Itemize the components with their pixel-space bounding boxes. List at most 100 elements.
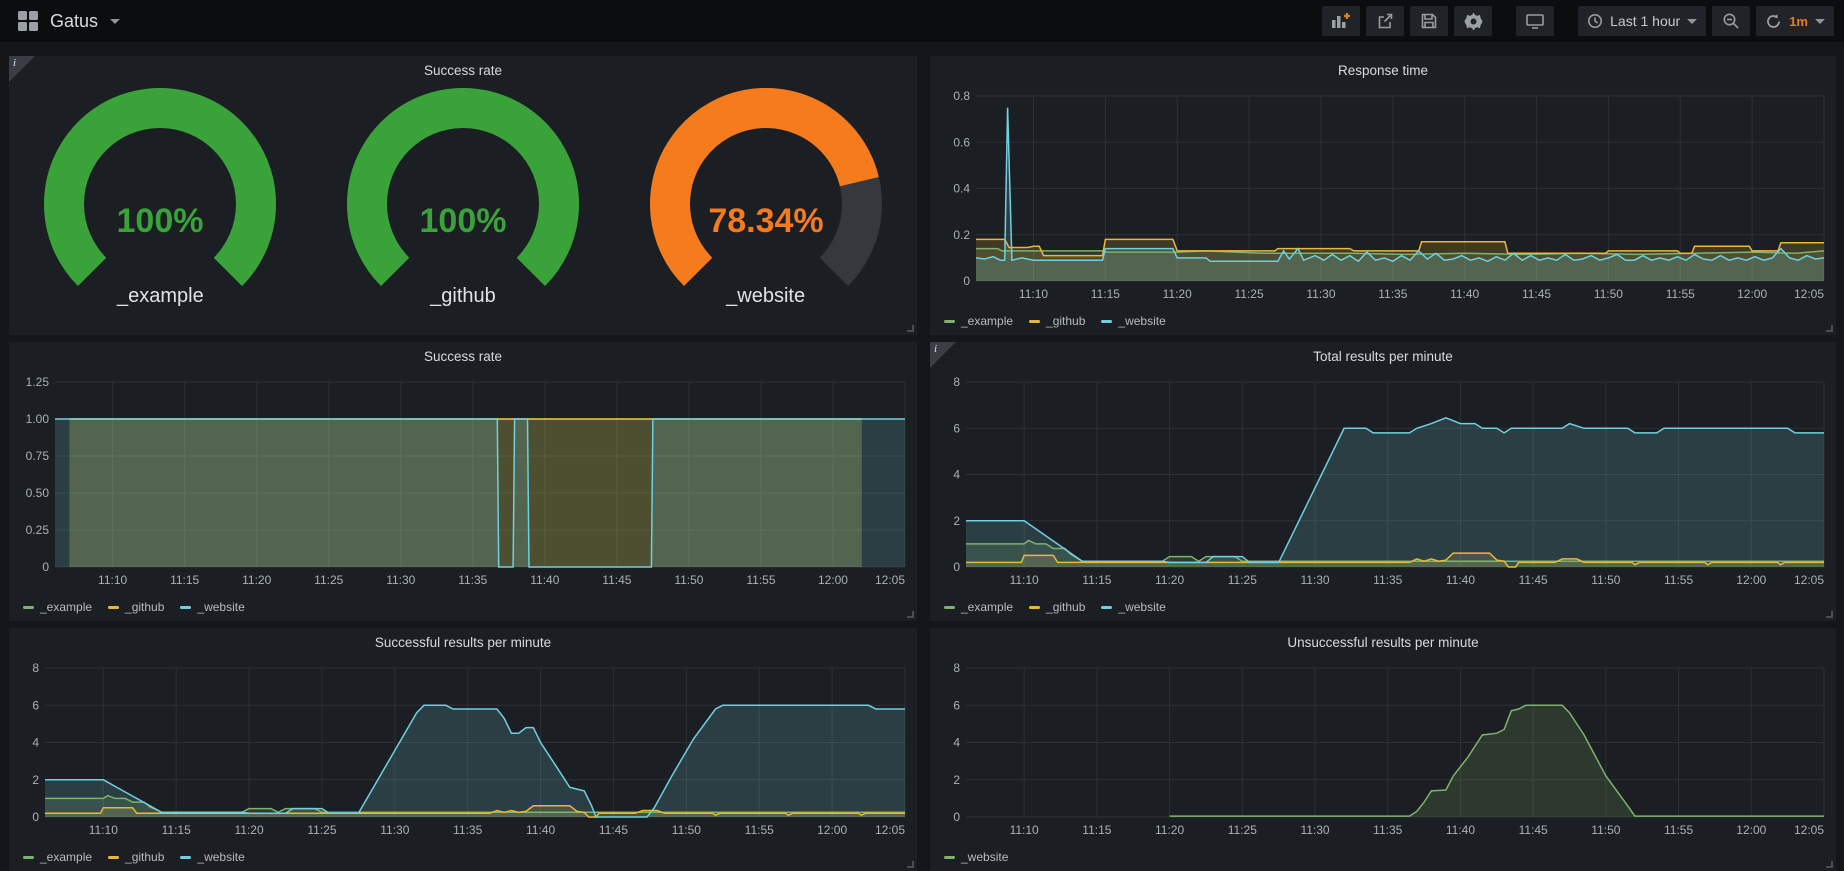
dashboard-settings-button[interactable]	[1454, 6, 1492, 36]
dashboard-dropdown-caret-icon[interactable]	[110, 19, 120, 24]
save-button[interactable]	[1410, 6, 1448, 36]
panel-title[interactable]: Total results per minute	[930, 349, 1836, 364]
panel-title[interactable]: Success rate	[9, 63, 917, 78]
x-tick-label: 11:30	[1300, 823, 1329, 837]
x-tick-label: 11:55	[1666, 287, 1695, 301]
x-tick-label: 11:35	[458, 573, 487, 587]
unsuccessful-results-chart: 0246811:1011:1511:2011:2511:3011:3511:40…	[936, 662, 1830, 843]
legend-label: _github	[1046, 600, 1085, 614]
success-rate-svg: 00.250.500.751.001.2511:1011:1511:2011:2…	[15, 376, 911, 593]
zoom-out-button[interactable]	[1712, 6, 1750, 36]
successful-results-per-minute-svg: 0246811:1011:1511:2011:2511:3011:3511:40…	[15, 662, 911, 843]
legend-label: _github	[1046, 314, 1085, 328]
y-tick-label: 0.8	[953, 90, 970, 103]
legend-item-_website[interactable]: _website	[944, 850, 1008, 864]
tv-mode-button[interactable]	[1516, 6, 1554, 36]
legend-item-_example[interactable]: _example	[23, 600, 92, 614]
share-icon	[1376, 12, 1394, 30]
gauge-label: _github	[430, 285, 496, 308]
x-tick-label: 12:00	[1736, 823, 1766, 837]
legend-label: _website	[1118, 600, 1165, 614]
y-tick-label: 8	[32, 662, 39, 675]
total-results-per-minute-svg: 0246811:1011:1511:2011:2511:3011:3511:40…	[936, 376, 1830, 593]
x-tick-label: 11:20	[242, 573, 271, 587]
x-tick-label: 12:00	[1737, 287, 1767, 301]
x-tick-label: 11:55	[746, 573, 775, 587]
x-tick-label: 11:50	[1591, 823, 1620, 837]
panel-resize-handle[interactable]	[1826, 611, 1833, 618]
legend-label: _example	[961, 314, 1013, 328]
panel-resize-handle[interactable]	[1826, 325, 1833, 332]
series-line-_website	[976, 108, 1824, 262]
navbar: Gatus	[0, 0, 1844, 42]
panel-resize-handle[interactable]	[1826, 861, 1833, 868]
dashboard-grid-icon[interactable]	[18, 11, 38, 31]
x-tick-label: 12:05	[1794, 287, 1824, 301]
gauge-row: 100%_example 100%_github 78.34%_website	[9, 86, 917, 335]
legend-item-_github[interactable]: _github	[108, 600, 164, 614]
y-tick-label: 4	[32, 736, 39, 750]
legend-swatch	[23, 606, 34, 609]
legend-item-_github[interactable]: _github	[1029, 314, 1085, 328]
legend-swatch	[180, 856, 191, 859]
x-tick-label: 11:25	[1228, 823, 1257, 837]
legend-item-_example[interactable]: _example	[23, 850, 92, 864]
x-tick-label: 11:45	[1522, 287, 1551, 301]
refresh-picker[interactable]: 1m	[1756, 6, 1834, 36]
x-tick-label: 11:25	[314, 573, 343, 587]
add-panel-button[interactable]	[1322, 6, 1360, 36]
y-tick-label: 2	[953, 514, 960, 528]
x-tick-label: 11:40	[1446, 573, 1475, 587]
x-tick-label: 11:50	[674, 573, 703, 587]
share-button[interactable]	[1366, 6, 1404, 36]
bar-chart-add-icon	[1331, 12, 1351, 30]
x-tick-label: 11:55	[1664, 823, 1693, 837]
monitor-icon	[1525, 12, 1545, 30]
y-tick-label: 8	[953, 662, 960, 675]
panel-title[interactable]: Unsuccessful results per minute	[930, 635, 1836, 650]
x-tick-label: 11:55	[1664, 573, 1693, 587]
x-tick-label: 11:25	[1228, 573, 1257, 587]
x-tick-label: 11:40	[526, 823, 555, 837]
legend-item-_website[interactable]: _website	[180, 850, 244, 864]
panel-successful-results: Successful results per minute 0246811:10…	[9, 628, 917, 871]
panel-title[interactable]: Response time	[930, 63, 1836, 78]
y-tick-label: 2	[32, 773, 39, 787]
legend-item-_github[interactable]: _github	[1029, 600, 1085, 614]
legend-label: _website	[197, 850, 244, 864]
legend-swatch	[108, 856, 119, 859]
y-tick-label: 4	[953, 736, 960, 750]
x-tick-label: 12:05	[875, 823, 905, 837]
legend-item-_website[interactable]: _website	[1101, 600, 1165, 614]
legend-label: _example	[961, 600, 1013, 614]
legend-item-_website[interactable]: _website	[180, 600, 244, 614]
gauge-value-arc	[367, 108, 559, 272]
x-tick-label: 11:10	[1010, 573, 1039, 587]
dashboard-title[interactable]: Gatus	[50, 11, 98, 32]
legend: _example _github _website	[23, 850, 245, 864]
legend-item-_example[interactable]: _example	[944, 314, 1013, 328]
x-tick-label: 11:55	[745, 823, 774, 837]
legend-label: _website	[1118, 314, 1165, 328]
x-tick-label: 11:10	[1019, 287, 1048, 301]
panel-title[interactable]: Success rate	[9, 349, 917, 364]
total-results-chart: 0246811:1011:1511:2011:2511:3011:3511:40…	[936, 376, 1830, 593]
legend-item-_github[interactable]: _github	[108, 850, 164, 864]
legend-swatch	[944, 606, 955, 609]
y-tick-label: 0	[953, 560, 960, 574]
time-range-picker[interactable]: Last 1 hour	[1578, 6, 1706, 36]
gauge-label: _example	[117, 285, 204, 308]
gear-icon	[1464, 12, 1483, 31]
panel-resize-handle[interactable]	[907, 861, 914, 868]
legend-item-_example[interactable]: _example	[944, 600, 1013, 614]
panel-title[interactable]: Successful results per minute	[9, 635, 917, 650]
panel-resize-handle[interactable]	[907, 325, 914, 332]
legend-item-_website[interactable]: _website	[1101, 314, 1165, 328]
panel-resize-handle[interactable]	[907, 611, 914, 618]
y-tick-label: 8	[953, 376, 960, 389]
x-tick-label: 11:40	[1446, 823, 1475, 837]
response-time-chart: 00.20.40.60.811:1011:1511:2011:2511:3011…	[936, 90, 1830, 307]
x-tick-label: 11:15	[1082, 823, 1111, 837]
x-tick-label: 11:45	[1519, 823, 1548, 837]
x-tick-label: 11:35	[1373, 823, 1402, 837]
